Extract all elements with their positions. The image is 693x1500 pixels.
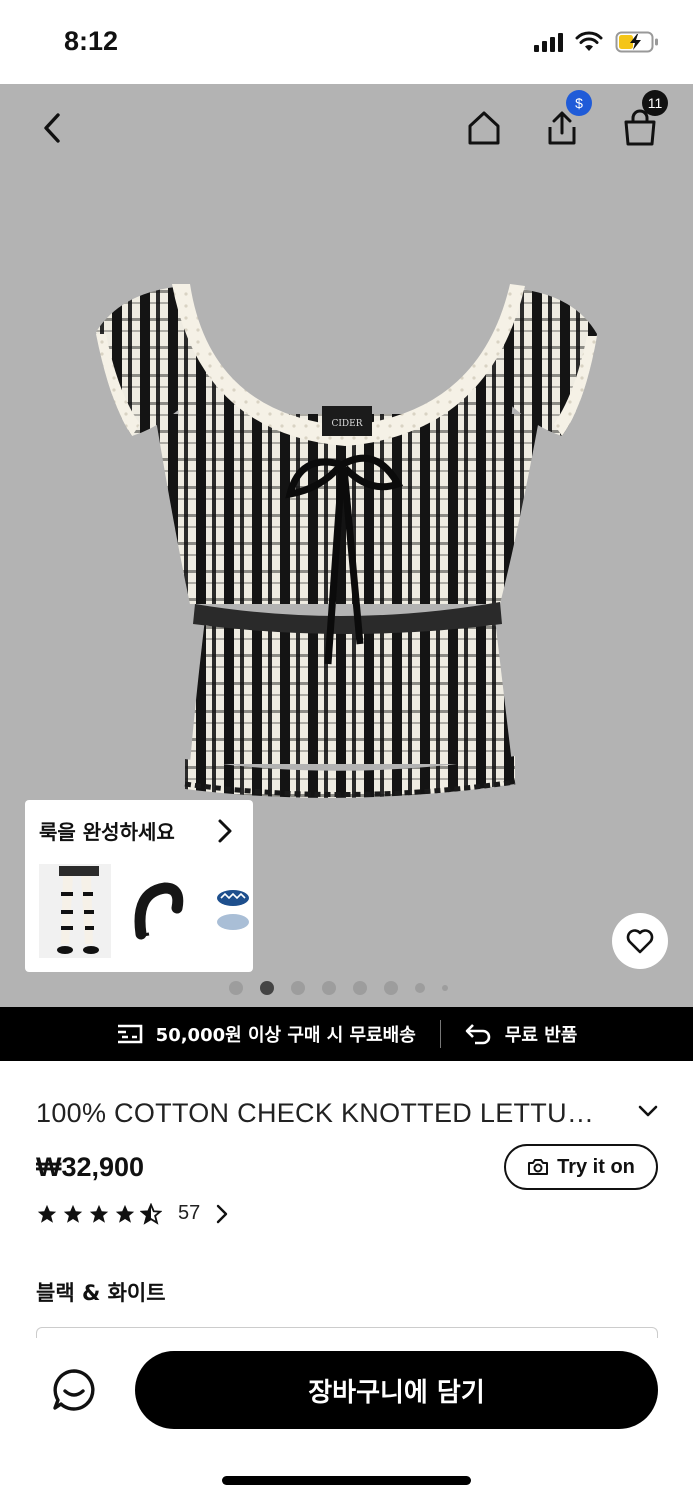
promo-banner[interactable]: 50,000원 이상 구매 시 무료배송 무료 반품 [0,1007,693,1061]
pagination-dot[interactable] [415,983,425,993]
home-button[interactable] [460,104,508,152]
status-time: 8:12 [64,26,119,56]
heart-icon [626,929,654,954]
camera-icon [528,1159,549,1175]
try-it-on-label: Try it on [557,1155,635,1178]
stockings-thumbnail [39,864,111,958]
home-indicator [222,1476,471,1485]
chevron-left-icon [44,113,60,143]
wishlist-button[interactable] [612,913,668,969]
cart-button[interactable]: 11 [616,90,668,152]
chat-button[interactable] [46,1362,102,1418]
cart-count-badge: 11 [642,90,668,116]
share-reward-badge: $ [566,90,592,116]
look-card-title: 룩을 완성하세요 [39,820,175,844]
home-icon [468,111,500,145]
pagination-dot[interactable] [384,981,398,995]
wifi-icon [575,31,603,51]
promo-divider [439,1020,441,1048]
chat-bubble-icon [53,1369,95,1411]
return-arrow-icon [465,1024,491,1045]
look-item-hairclip[interactable] [215,864,253,958]
star-icon [89,1204,109,1223]
share-button[interactable]: $ [538,90,592,152]
bottom-action-bar: 장바구니에 담기 [0,1338,693,1500]
star-icon [37,1204,57,1223]
delivery-icon [117,1024,142,1044]
headband-thumbnail [134,882,184,940]
star-icon [115,1204,135,1223]
hairclip-thumbnail [217,890,249,930]
try-it-on-button[interactable]: Try it on [504,1144,658,1190]
chevron-right-icon [217,1204,228,1223]
pagination-dot-active[interactable] [260,981,274,995]
pagination-dot[interactable] [322,981,336,995]
free-returns-text: 무료 반품 [504,1025,578,1046]
product-price: ₩32,900 [36,1152,145,1182]
star-half-icon [140,1202,162,1225]
look-item-headband[interactable] [127,864,199,958]
gallery-pagination [229,981,448,995]
product-rating[interactable]: 57 [36,1202,228,1225]
add-to-cart-button[interactable]: 장바구니에 담기 [135,1351,658,1429]
pagination-dot[interactable] [229,981,243,995]
free-returns-info: 무료 반품 [465,1021,578,1047]
free-shipping-info: 50,000원 이상 구매 시 무료배송 [116,1021,416,1047]
status-bar: 8:12 [0,0,693,84]
status-icons [534,30,659,54]
brand-label-text: CIDER [331,419,362,429]
product-title: 100% COTTON CHECK KNOTTED LETTUCE TRIM T… [36,1098,608,1128]
pagination-dot[interactable] [442,985,448,991]
battery-charging-icon [615,31,658,53]
chevron-down-icon[interactable] [638,1104,658,1118]
product-image-gallery[interactable]: CIDER $ 11 룩을 완성하세요 [0,84,693,1007]
review-count: 57 [178,1202,201,1224]
look-item-stockings[interactable] [39,864,111,958]
star-icon [63,1204,83,1223]
pagination-dot[interactable] [353,981,367,995]
chevron-right-icon [218,819,232,843]
complete-the-look-card[interactable]: 룩을 완성하세요 [25,800,253,972]
cellular-signal-icon [534,32,563,52]
selected-color-name: 블랙 & 화이트 [36,1281,166,1305]
back-button[interactable] [28,104,76,152]
pagination-dot[interactable] [291,981,305,995]
product-title-row[interactable]: 100% COTTON CHECK KNOTTED LETTUCE TRIM T… [36,1098,660,1129]
free-shipping-text: 50,000원 이상 구매 시 무료배송 [155,1025,416,1046]
